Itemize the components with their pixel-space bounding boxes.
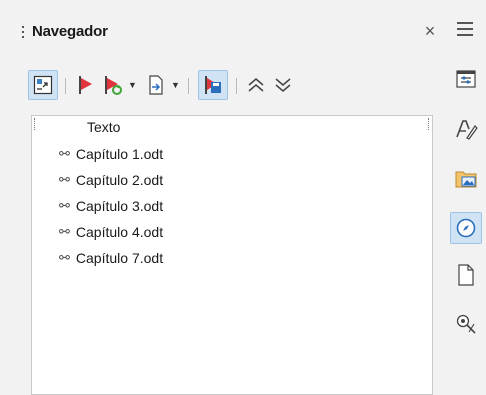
tree-item[interactable]: ⚯ Capítulo 1.odt — [59, 144, 163, 164]
tree-root-texto[interactable]: Texto — [87, 119, 120, 135]
toggle-icon — [33, 75, 53, 95]
link-icon: ⚯ — [59, 146, 70, 162]
save-contents-button[interactable] — [198, 70, 228, 100]
properties-icon — [456, 70, 476, 88]
panel-title: Navegador — [32, 23, 108, 40]
demote-chapter-button[interactable] — [100, 70, 126, 100]
sidebar-gallery-button[interactable] — [450, 163, 482, 195]
tree-item[interactable]: ⚯ Capítulo 4.odt — [59, 222, 163, 242]
demote-level-icon — [275, 78, 291, 92]
tree-item[interactable]: ⚯ Capítulo 3.odt — [59, 196, 163, 216]
sidebar-deck — [445, 0, 486, 385]
sidebar-properties-button[interactable] — [450, 63, 482, 95]
page-icon — [458, 264, 474, 286]
sidebar-style-inspector-button[interactable] — [450, 308, 482, 340]
tree-item-label: Capítulo 2.odt — [75, 172, 164, 188]
sidebar-page-button[interactable] — [450, 259, 482, 291]
panel-header: Navegador × — [0, 0, 445, 62]
tree-item-label: Capítulo 1.odt — [75, 146, 164, 162]
tree-item[interactable]: ⚯ Capítulo 2.odt — [59, 170, 163, 190]
close-button[interactable]: × — [419, 20, 441, 42]
link-icon: ⚯ — [59, 198, 70, 214]
insert-button[interactable] — [144, 70, 168, 100]
link-icon: ⚯ — [59, 172, 70, 188]
link-icon: ⚯ — [59, 250, 70, 266]
tree-item-label: Capítulo 7.odt — [75, 250, 164, 266]
promote-level-button[interactable] — [244, 70, 268, 100]
demote-level-button[interactable] — [271, 70, 295, 100]
navigator-icon — [456, 218, 476, 238]
styles-icon — [456, 120, 478, 140]
tree-item-label: Capítulo 4.odt — [75, 224, 164, 240]
toggle-button[interactable] — [28, 70, 58, 100]
navigator-panel: Navegador × ▼ ▼ Texto ⚯ Capítulo 1.odt ⚯… — [0, 0, 445, 395]
sidebar-menu-icon[interactable] — [457, 22, 473, 36]
sidebar-styles-button[interactable] — [450, 113, 482, 145]
demote-chapter-dropdown[interactable]: ▼ — [126, 70, 137, 100]
save-contents-icon — [205, 76, 221, 94]
sidebar-navigator-button[interactable] — [450, 212, 482, 244]
insert-icon — [149, 75, 163, 95]
content-tree[interactable]: Texto ⚯ Capítulo 1.odt ⚯ Capítulo 2.odt … — [31, 115, 433, 395]
caret-down-icon: ▼ — [128, 80, 137, 90]
drag-grip-icon[interactable] — [22, 26, 25, 42]
style-inspector-icon — [456, 314, 476, 334]
demote-chapter-icon — [105, 76, 122, 95]
tree-item-label: Capítulo 3.odt — [75, 198, 164, 214]
gallery-icon — [455, 171, 477, 188]
promote-level-icon — [248, 78, 264, 92]
link-icon: ⚯ — [59, 224, 70, 240]
navigator-toolbar: ▼ ▼ — [28, 67, 438, 103]
promote-chapter-icon — [79, 76, 92, 94]
tree-item[interactable]: ⚯ Capítulo 7.odt — [59, 248, 163, 268]
caret-down-icon: ▼ — [171, 80, 180, 90]
promote-chapter-button[interactable] — [74, 70, 98, 100]
insert-dropdown[interactable]: ▼ — [168, 70, 180, 100]
